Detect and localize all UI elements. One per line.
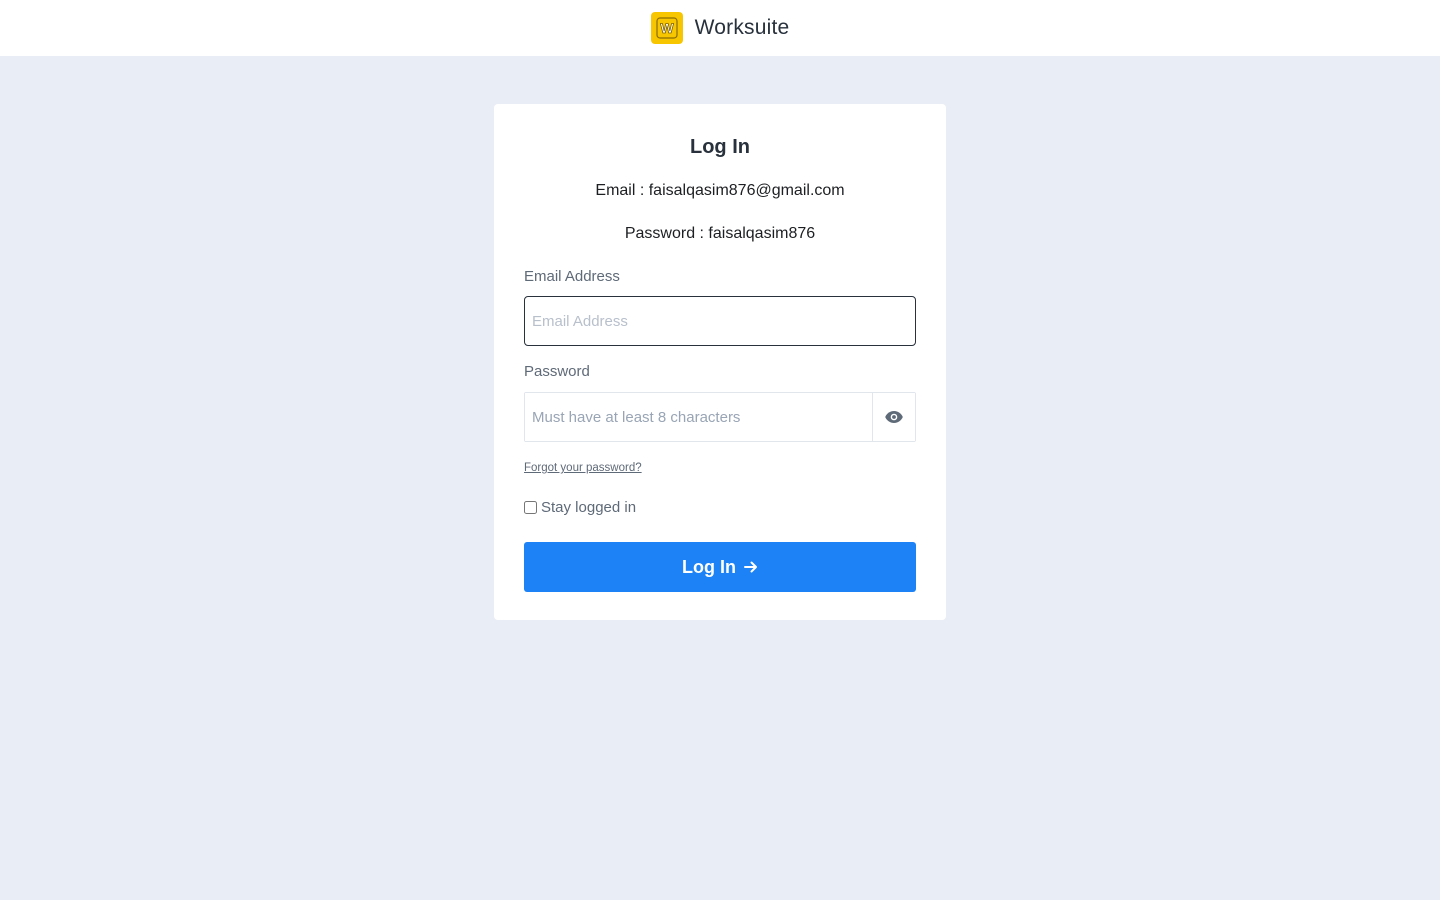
brand-name: Worksuite	[694, 16, 790, 39]
forgot-password-link[interactable]: Forgot your password?	[524, 461, 642, 475]
stay-logged-in-label: Stay logged in	[541, 498, 637, 516]
svg-text:W: W	[660, 20, 674, 36]
arrow-right-icon	[743, 561, 757, 573]
eye-icon	[885, 411, 903, 423]
toggle-password-button[interactable]	[872, 393, 915, 441]
login-button-label: Log In	[682, 556, 736, 577]
password-field-group	[524, 392, 916, 442]
email-label: Email Address	[524, 268, 620, 285]
password-input[interactable]	[525, 393, 872, 441]
worksuite-logo-icon: W	[650, 12, 683, 44]
stay-logged-in[interactable]: Stay logged in	[524, 497, 916, 517]
top-bar: W Worksuite	[0, 0, 1440, 56]
login-title: Log In	[690, 136, 750, 158]
login-card: Log In Email : faisalqasim876@gmail.com …	[494, 104, 946, 620]
password-label: Password	[524, 363, 590, 380]
login-button[interactable]: Log In	[524, 542, 916, 592]
email-input[interactable]	[524, 296, 916, 346]
brand[interactable]: W Worksuite	[650, 12, 790, 44]
stay-logged-in-checkbox[interactable]	[524, 500, 537, 514]
demo-password-hint: Password : faisalqasim876	[624, 225, 816, 242]
demo-email-hint: Email : faisalqasim876@gmail.com	[595, 182, 845, 199]
